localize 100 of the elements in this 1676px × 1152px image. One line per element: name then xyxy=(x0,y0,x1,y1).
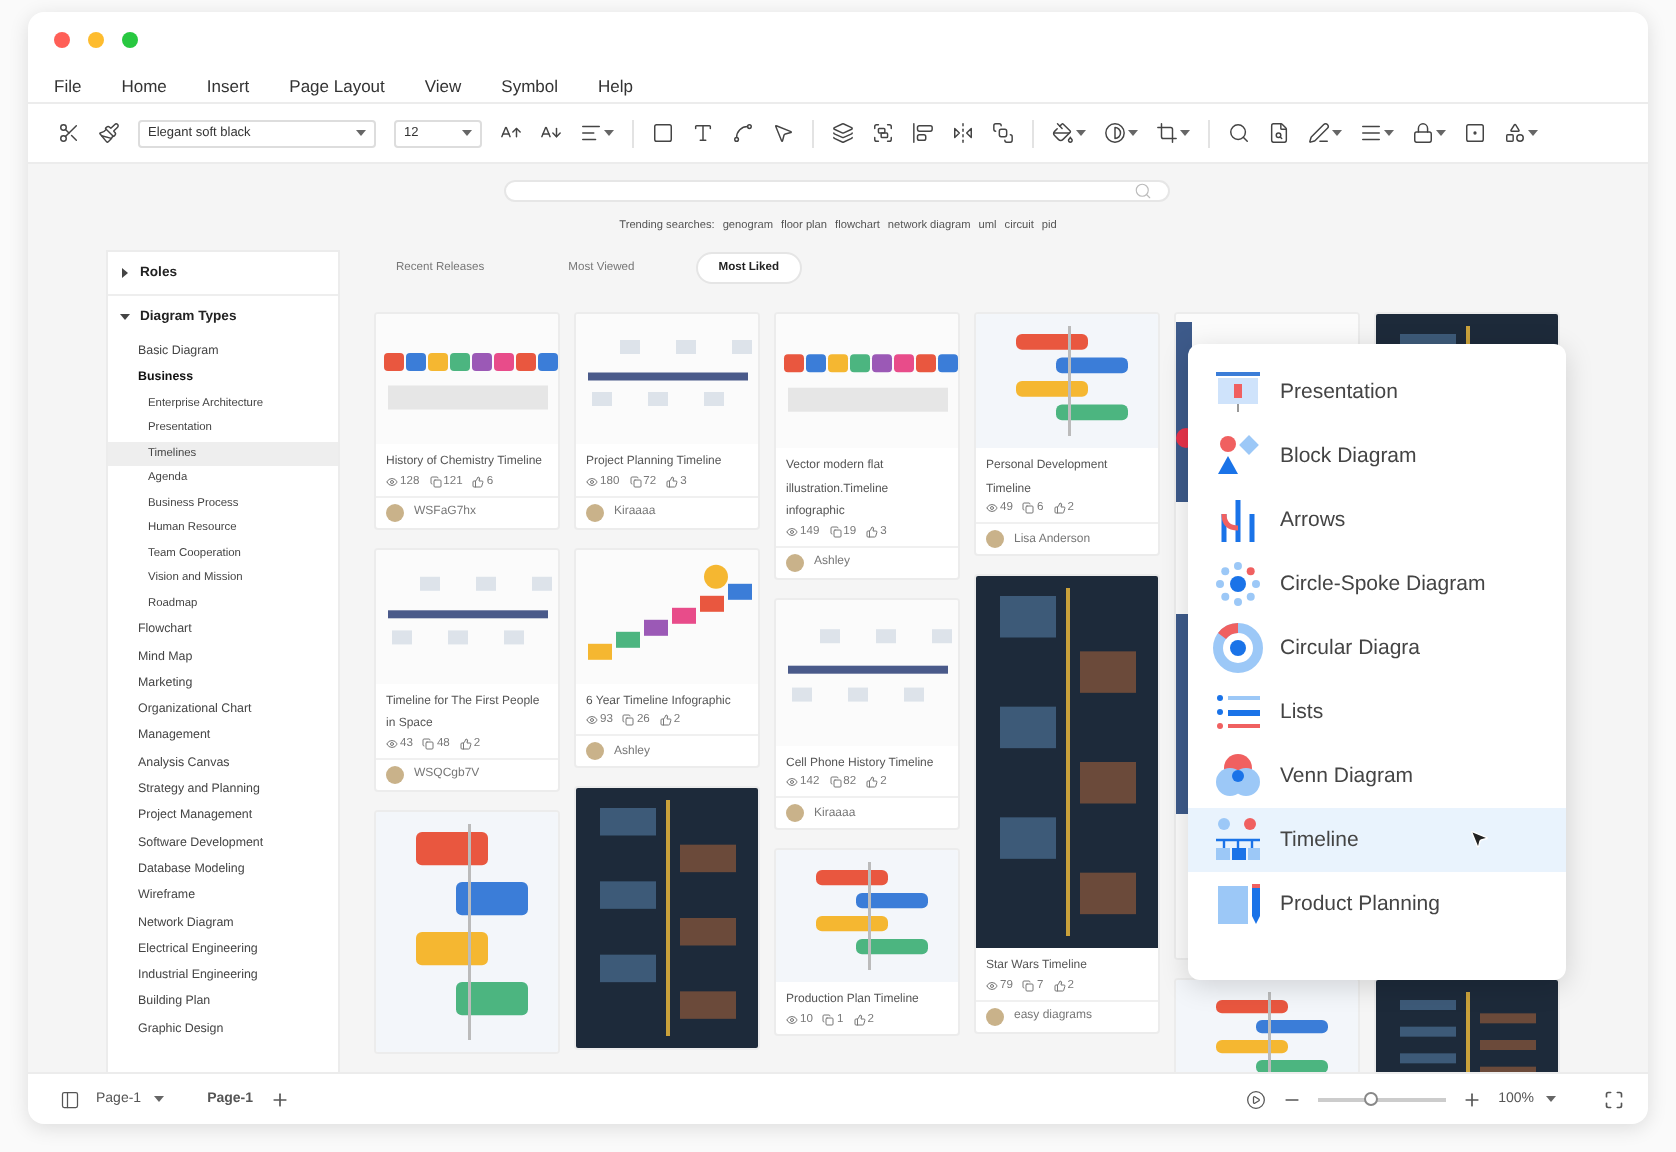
align-left-icon[interactable] xyxy=(912,122,934,144)
venn-icon xyxy=(1212,750,1264,802)
hub-icon xyxy=(1212,558,1264,610)
align-icon[interactable] xyxy=(580,122,602,144)
avatar xyxy=(586,503,604,521)
brush-icon[interactable] xyxy=(98,122,120,144)
thumbs-up-icon xyxy=(1053,502,1066,514)
menu-item[interactable]: File xyxy=(54,75,82,95)
menu-item[interactable]: Home xyxy=(121,75,167,95)
caret-icon xyxy=(1546,1096,1556,1102)
shapes-icon[interactable] xyxy=(1504,122,1526,144)
connector-icon[interactable] xyxy=(732,122,754,144)
fullscreen-icon[interactable] xyxy=(1604,1089,1624,1109)
menu-option[interactable]: Circular Diagra xyxy=(1188,616,1566,680)
avatar xyxy=(386,503,404,521)
eye-icon xyxy=(786,776,798,788)
expand-icon xyxy=(120,268,130,278)
frame-icon[interactable] xyxy=(1464,122,1486,144)
caret-icon xyxy=(356,130,366,136)
line-style-icon[interactable] xyxy=(1360,122,1382,144)
eye-icon xyxy=(386,737,398,749)
thumbs-up-icon xyxy=(666,475,679,487)
menu-option[interactable]: Timeline xyxy=(1188,808,1566,872)
menu-option[interactable]: Presentation xyxy=(1188,360,1566,424)
zoom-slider-thumb[interactable] xyxy=(1364,1091,1379,1105)
copy-icon xyxy=(1022,502,1035,514)
menu-option[interactable]: Circle-Spoke Diagram xyxy=(1188,552,1566,616)
eye-icon xyxy=(786,1013,798,1025)
menu-option[interactable]: Venn Diagram xyxy=(1188,744,1566,808)
search-icon[interactable] xyxy=(1228,122,1250,144)
bring-front-icon[interactable] xyxy=(992,122,1014,144)
avatar xyxy=(386,765,404,783)
caret-icon xyxy=(1332,130,1342,136)
thumbs-up-icon xyxy=(659,714,672,726)
caret-icon xyxy=(1436,130,1446,136)
flip-icon[interactable] xyxy=(952,122,974,144)
eye-icon xyxy=(986,502,998,514)
avatar xyxy=(786,553,804,571)
ring-icon xyxy=(1212,622,1264,674)
copy-icon xyxy=(829,776,842,788)
copy-icon xyxy=(422,737,435,749)
menu-item[interactable]: Help xyxy=(598,75,633,95)
search-icon xyxy=(1133,182,1151,200)
layers-icon[interactable] xyxy=(832,122,854,144)
copy-icon xyxy=(622,714,635,726)
avatar xyxy=(986,530,1004,548)
eye-icon xyxy=(386,475,398,487)
menu-option[interactable]: Product Planning xyxy=(1188,872,1566,936)
eye-icon xyxy=(586,714,598,726)
fill-icon[interactable] xyxy=(1052,122,1074,144)
add-page-icon[interactable] xyxy=(269,1089,290,1109)
text-icon[interactable] xyxy=(692,122,714,144)
caret-icon xyxy=(462,130,472,136)
menu-option[interactable]: Arrows xyxy=(1188,488,1566,552)
pages-panel-icon[interactable] xyxy=(60,1089,80,1109)
caret-icon xyxy=(1180,130,1190,136)
thumbs-up-icon xyxy=(853,1013,866,1025)
pointer-icon[interactable] xyxy=(772,122,794,144)
copy-icon xyxy=(829,525,842,537)
thumbs-up-icon xyxy=(866,525,879,537)
file-search-icon[interactable] xyxy=(1268,122,1290,144)
avatar xyxy=(986,1007,1004,1025)
scissors-icon[interactable] xyxy=(58,122,80,144)
group-icon[interactable] xyxy=(872,122,894,144)
thumbs-up-icon xyxy=(1053,979,1066,991)
copy-icon xyxy=(822,1013,835,1025)
eye-icon xyxy=(786,525,798,537)
document-pencil-icon xyxy=(1212,878,1264,930)
thumbs-up-icon xyxy=(472,475,485,487)
zoom-in-icon[interactable] xyxy=(1462,1089,1483,1109)
search-field[interactable] xyxy=(503,180,1169,202)
lock-icon[interactable] xyxy=(1412,122,1434,144)
rectangle-icon[interactable] xyxy=(652,122,674,144)
eye-icon xyxy=(586,475,598,487)
caret-icon xyxy=(153,1096,164,1102)
menu-item[interactable]: Insert xyxy=(206,75,250,95)
copy-icon xyxy=(629,475,642,487)
menu-option[interactable]: Lists xyxy=(1188,680,1566,744)
play-icon[interactable] xyxy=(1246,1089,1267,1109)
timeline-icon xyxy=(1212,814,1264,866)
avatar xyxy=(786,804,804,822)
menu-item[interactable]: Symbol xyxy=(501,75,559,95)
copy-icon xyxy=(429,475,442,487)
close-control[interactable] xyxy=(54,32,70,48)
menu-item[interactable]: View xyxy=(424,75,462,95)
thumbs-up-icon xyxy=(459,737,472,749)
menu-option[interactable]: Block Diagram xyxy=(1188,424,1566,488)
pen-icon[interactable] xyxy=(1308,122,1330,144)
caret-icon xyxy=(1528,130,1538,136)
caret-icon xyxy=(1128,130,1138,136)
caret-icon xyxy=(1076,130,1086,136)
shadow-icon[interactable] xyxy=(1104,122,1126,144)
caret-icon xyxy=(1384,130,1394,136)
copy-icon xyxy=(1022,979,1035,991)
eye-icon xyxy=(986,979,998,991)
cursor-icon xyxy=(1468,828,1490,850)
crop-icon[interactable] xyxy=(1156,122,1178,144)
avatar xyxy=(586,742,604,760)
presentation-board-icon xyxy=(1212,366,1264,418)
menu-item[interactable]: Page Layout xyxy=(289,75,385,95)
